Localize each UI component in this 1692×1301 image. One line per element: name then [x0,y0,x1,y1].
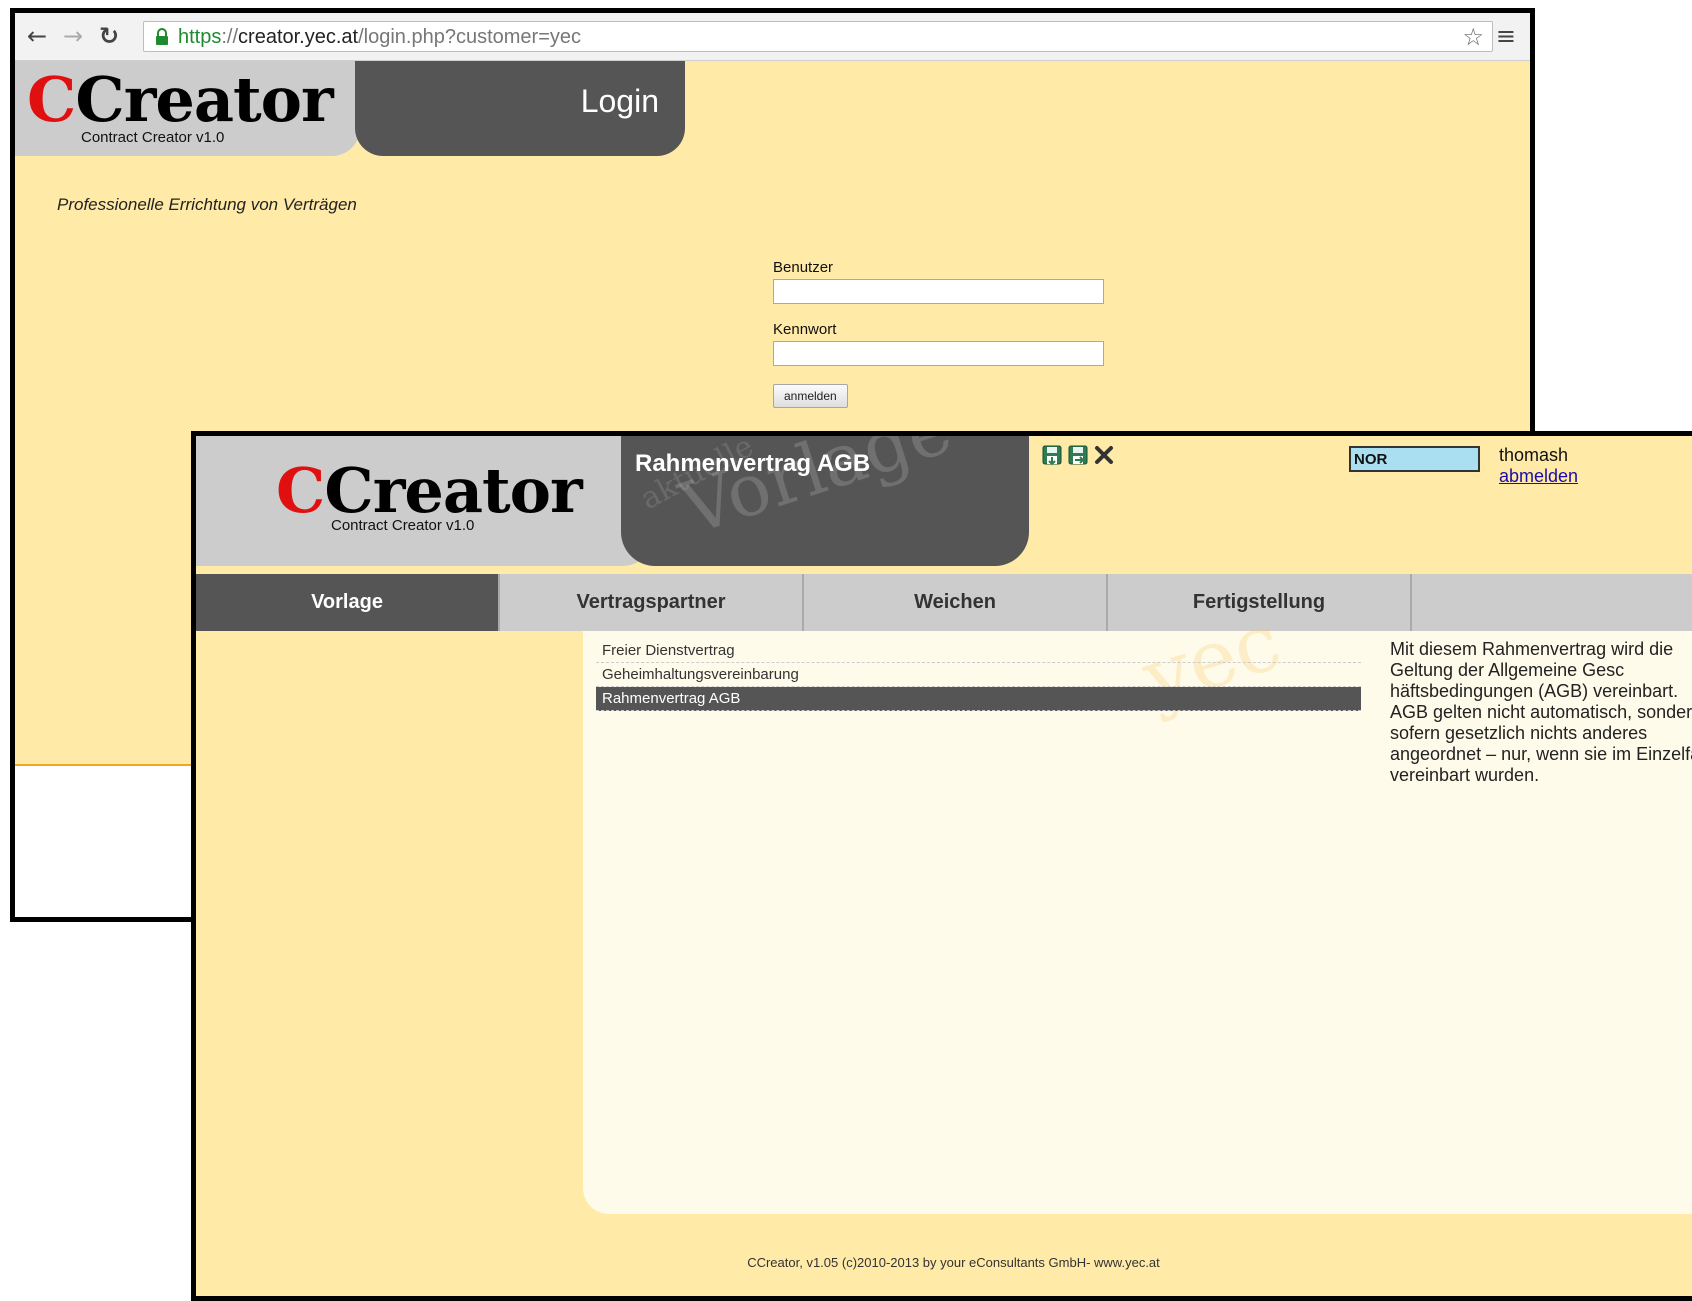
main-tabs: Vorlage Vertragspartner Weichen Fertigst… [196,574,1692,631]
username-label: thomash [1499,445,1569,465]
logo: CCreator [27,63,334,136]
reload-icon[interactable]: ↻ [99,23,119,49]
tab-weichen[interactable]: Weichen [804,574,1108,631]
lock-icon [156,28,168,45]
password-input[interactable] [773,341,1104,366]
address-bar[interactable]: https://creator.yec.at/login.php?custome… [143,21,1493,52]
template-description: Mit diesem Rahmenvertrag wird die Geltun… [1390,639,1692,785]
logo-word: Creator [75,63,333,136]
footer: CCreator, v1.05 (c)2010-2013 by your eCo… [747,1255,1160,1270]
tab-vorlage[interactable]: Vorlage [196,574,500,631]
app-window: CCreator Contract Creator v1.0 aktuelle … [191,431,1692,1301]
save-as-icon[interactable] [1065,444,1091,468]
list-item-selected[interactable]: Rahmenvertrag AGB [596,687,1361,711]
back-arrow-icon[interactable]: ← [27,23,47,49]
app-logo: CCreator [276,454,583,527]
browser-toolbar: ← → ↻ https://creator.yec.at/login.php?c… [15,13,1530,61]
close-icon[interactable] [1093,444,1115,468]
logout-link[interactable]: abmelden [1499,466,1578,487]
tab-empty [1412,574,1692,631]
login-header-tab: Login [355,61,685,156]
document-title: Rahmenvertrag AGB [635,450,871,477]
document-header-tab: aktuelle Vorlage Rahmenvertrag AGB [621,436,1029,566]
app-logo-subtitle: Contract Creator v1.0 [331,517,475,534]
url-separator: :// [221,26,239,48]
template-list: Freier Dienstvertrag Geheimhaltungsverei… [596,639,1361,711]
list-item[interactable]: Geheimhaltungsvereinbarung [596,663,1361,687]
url-path: /login.php?customer=yec [358,26,582,48]
url-host: creator.yec.at [238,26,359,48]
forward-arrow-icon[interactable]: → [63,23,83,49]
toolbar [1041,444,1115,468]
app-logo-tab: CCreator Contract Creator v1.0 [196,436,656,566]
password-label: Kennwort [773,321,837,338]
logo-tab: CCreator Contract Creator v1.0 [15,61,360,156]
language-field[interactable]: NOR [1349,446,1480,472]
tab-vertragspartner[interactable]: Vertragspartner [500,574,804,631]
save-icon[interactable] [1041,444,1063,468]
menu-icon[interactable]: ≡ [1496,22,1516,50]
url-text: https://creator.yec.at/login.php?custome… [178,26,581,49]
logo-initial: C [27,63,76,136]
url-scheme: https [178,26,222,48]
login-title: Login [580,83,659,119]
list-item[interactable]: Freier Dienstvertrag [596,639,1361,663]
app-logo-initial: C [276,454,325,527]
username-input[interactable] [773,279,1104,304]
user-label: Benutzer [773,259,834,276]
bookmark-star-icon[interactable]: ☆ [1462,23,1484,51]
logo-subtitle: Contract Creator v1.0 [81,129,225,146]
slogan: Professionelle Errichtung von Verträgen [57,195,357,214]
login-button[interactable]: anmelden [773,384,848,408]
